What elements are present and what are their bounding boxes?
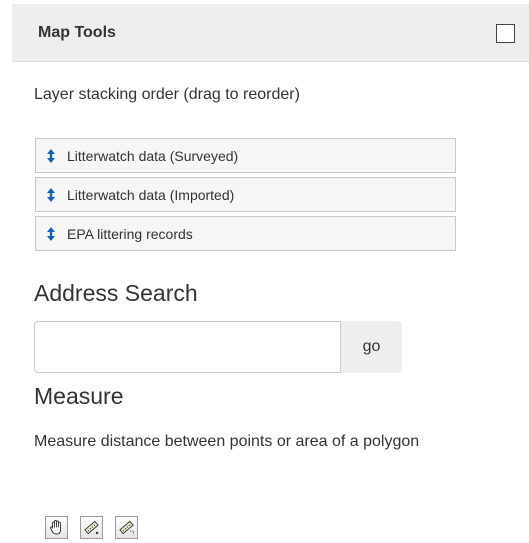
go-button[interactable]: go [341, 321, 402, 373]
panel-toggle-checkbox[interactable] [496, 24, 515, 43]
measure-title: Measure [34, 383, 124, 409]
layer-item-epa-littering[interactable]: EPA littering records [35, 216, 456, 251]
panel-header: Map Tools [12, 4, 529, 62]
layer-list: Litterwatch data (Surveyed) Litterwatch … [35, 138, 456, 255]
layer-item-litterwatch-imported[interactable]: Litterwatch data (Imported) [35, 177, 456, 212]
measure-toolbar [45, 516, 150, 539]
measure-area-button[interactable] [115, 516, 138, 539]
measure-area-icon [119, 520, 134, 535]
pan-hand-button[interactable] [45, 516, 68, 539]
panel-title: Map Tools [38, 24, 116, 41]
layer-item-label: EPA littering records [67, 225, 193, 242]
measure-description: Measure distance between points or area … [34, 433, 420, 450]
measure-distance-icon [84, 520, 99, 535]
measure-distance-button[interactable] [80, 516, 103, 539]
layer-item-label: Litterwatch data (Imported) [67, 186, 235, 203]
vertical-double-arrow-icon [47, 148, 55, 163]
layer-item-litterwatch-surveyed[interactable]: Litterwatch data (Surveyed) [35, 138, 456, 173]
address-search-input[interactable] [34, 321, 341, 373]
address-search-title: Address Search [34, 280, 198, 306]
vertical-double-arrow-icon [47, 187, 55, 202]
layer-item-label: Litterwatch data (Surveyed) [67, 147, 239, 164]
layer-order-instructions: Layer stacking order (drag to reorder) [34, 86, 300, 103]
vertical-double-arrow-icon [47, 226, 55, 241]
pan-hand-icon [49, 520, 61, 535]
